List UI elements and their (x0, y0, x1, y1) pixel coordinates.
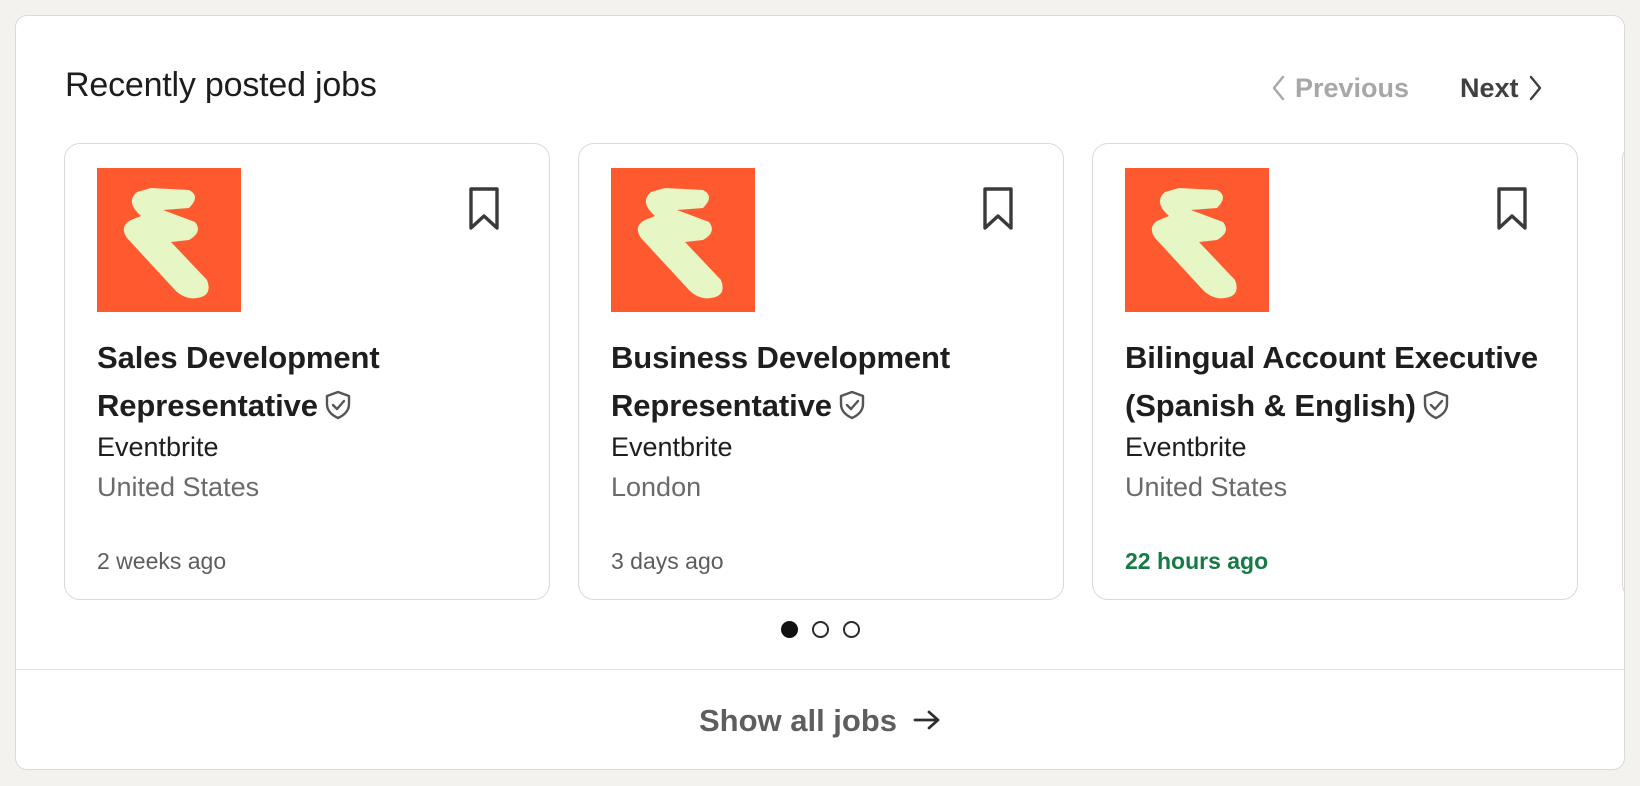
page-dot-3[interactable] (842, 621, 860, 638)
bookmark-icon[interactable] (981, 186, 1015, 232)
company-name: Eventbrite (97, 432, 219, 462)
section-title: Recently posted jobs (65, 66, 377, 104)
posted-time: 3 days ago (611, 548, 724, 574)
job-card[interactable]: Sales Development Representative Eventbr… (64, 143, 550, 600)
chevron-right-icon (1529, 75, 1543, 101)
job-title[interactable]: Business Development Representative (611, 334, 1041, 434)
verified-shield-icon (324, 386, 352, 434)
recent-jobs-panel: Recently posted jobs Previous Next Sales… (15, 15, 1625, 770)
arrow-right-icon (913, 703, 941, 739)
panel-header: Recently posted jobs Previous Next (16, 16, 1624, 126)
job-title-text: Business Development Representative (611, 340, 951, 423)
eventbrite-logo-icon (611, 168, 755, 312)
page-dot-1[interactable] (780, 621, 798, 638)
company-name: Eventbrite (611, 432, 733, 462)
job-title[interactable]: Bilingual Account Executive (Spanish & E… (1125, 334, 1555, 434)
job-location: United States (97, 472, 260, 502)
jobs-carousel: Sales Development Representative Eventbr… (64, 127, 1624, 600)
next-label: Next (1460, 72, 1519, 103)
next-button[interactable]: Next (1460, 68, 1543, 108)
show-all-label: Show all jobs (698, 702, 898, 738)
previous-button[interactable]: Previous (1271, 68, 1409, 108)
bookmark-icon[interactable] (467, 186, 501, 232)
verified-shield-icon (1422, 386, 1450, 434)
eventbrite-logo-icon (97, 168, 241, 312)
posted-time: 22 hours ago (1125, 548, 1269, 574)
eventbrite-logo-icon (1125, 168, 1269, 312)
carousel-pagination (16, 621, 1624, 638)
show-all-jobs-link[interactable]: Show all jobs (16, 670, 1624, 769)
job-title-text: Bilingual Account Executive (Spanish & E… (1125, 340, 1539, 423)
job-location: London (611, 472, 702, 502)
verified-shield-icon (838, 386, 866, 434)
company-name: Eventbrite (1125, 432, 1247, 462)
job-card[interactable]: Business Development Representative Even… (578, 143, 1064, 600)
chevron-left-icon (1271, 75, 1285, 101)
job-title[interactable]: Sales Development Representative (97, 334, 527, 434)
next-card-peek (1622, 143, 1624, 600)
bookmark-icon[interactable] (1495, 186, 1529, 232)
page-dot-2[interactable] (811, 621, 829, 638)
posted-time: 2 weeks ago (97, 548, 227, 574)
job-card[interactable]: Bilingual Account Executive (Spanish & E… (1092, 143, 1578, 600)
previous-label: Previous (1295, 72, 1410, 103)
job-location: United States (1125, 472, 1288, 502)
